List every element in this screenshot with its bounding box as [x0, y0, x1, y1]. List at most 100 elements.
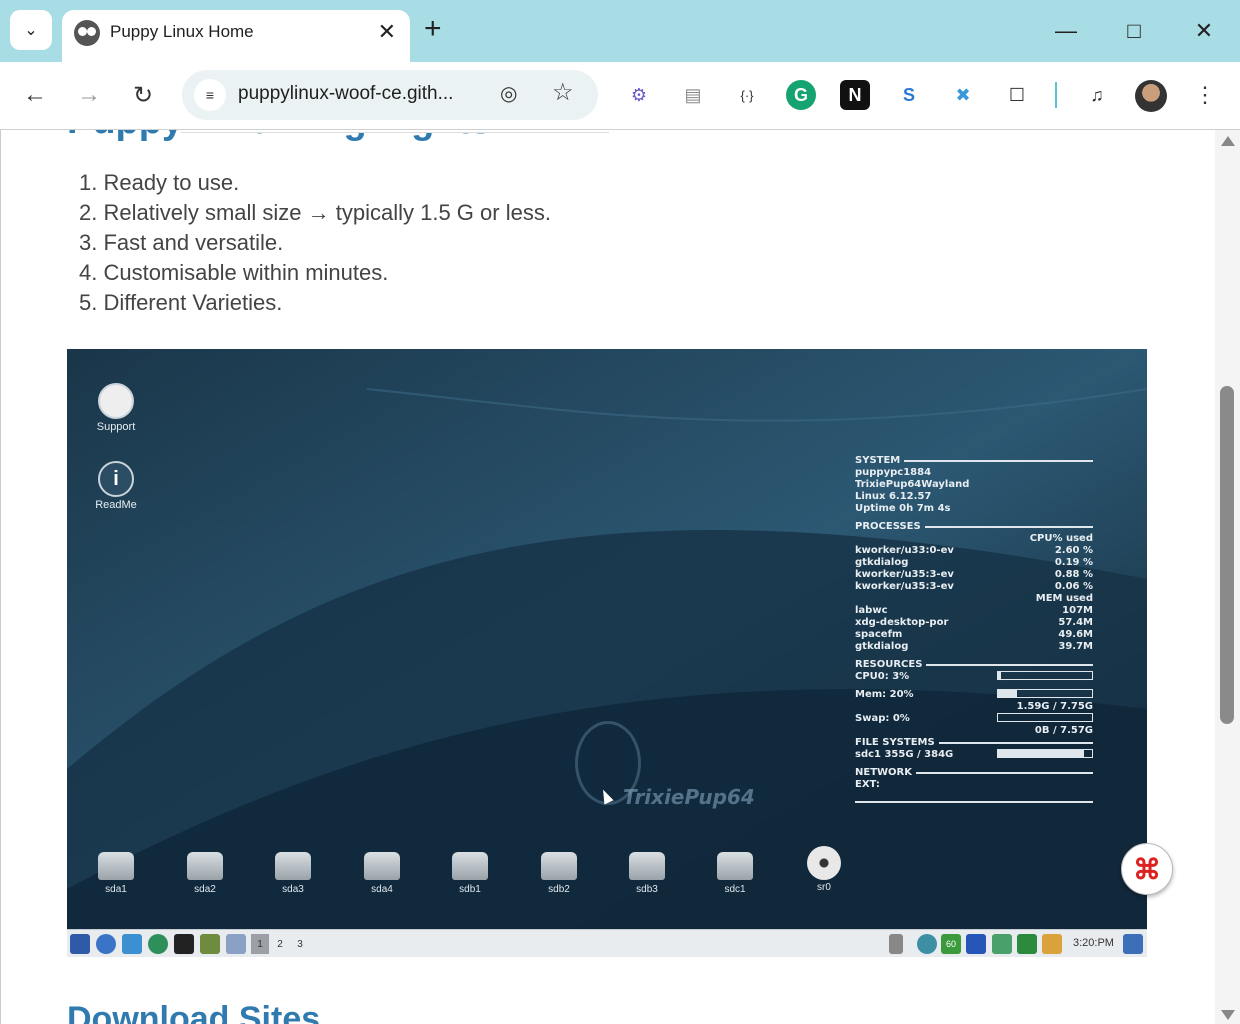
- browser-globe-icon[interactable]: [148, 934, 168, 954]
- shield-icon[interactable]: [1017, 934, 1037, 954]
- close-window-button[interactable]: ✕: [1186, 14, 1222, 48]
- toolbar-divider: [1055, 82, 1057, 108]
- bookmark-star-icon[interactable]: ☆: [552, 78, 574, 107]
- drive-icon[interactable]: sda4: [352, 852, 412, 895]
- hard-drive-icon: [98, 852, 134, 880]
- extensions-puzzle-icon[interactable]: ☐: [1002, 80, 1032, 110]
- scroll-thumb[interactable]: [1220, 386, 1234, 724]
- list-item: 4. Customisable within minutes.: [79, 260, 389, 285]
- list-item: 1. Ready to use.: [79, 170, 240, 195]
- grammarly-icon[interactable]: G: [786, 80, 816, 110]
- screenshot-extension-icon[interactable]: ▤: [678, 80, 708, 110]
- json-extension-icon[interactable]: {·}: [732, 80, 762, 110]
- page-scrollbar[interactable]: [1215, 130, 1240, 1024]
- puppy-icon: [98, 383, 134, 419]
- drive-label: sdb2: [548, 884, 570, 895]
- scroll-up-icon[interactable]: [1221, 136, 1235, 146]
- tray-badge[interactable]: 60: [941, 934, 961, 954]
- clipboard-icon[interactable]: [1042, 934, 1062, 954]
- process-name: kworker/u35:3-ev: [855, 569, 954, 580]
- back-button[interactable]: ←: [16, 76, 54, 114]
- update-tray-icon[interactable]: [966, 934, 986, 954]
- mem-meter: [997, 689, 1093, 698]
- drive-icon[interactable]: sda2: [175, 852, 235, 895]
- process-value: 39.7M: [1058, 641, 1093, 652]
- conky-fs-line: sdc1 355G / 384G: [855, 749, 954, 760]
- network-extension-icon[interactable]: ✖: [948, 80, 978, 110]
- conky-swap-detail: 0B / 7.57G: [1034, 725, 1093, 736]
- conky-monitor: SYSTEM puppypc1884 TrixiePup64Wayland Li…: [855, 455, 1093, 803]
- process-name: gtkdialog: [855, 641, 909, 652]
- site-settings-icon[interactable]: ≡: [194, 79, 226, 111]
- hard-drive-icon: [364, 852, 400, 880]
- desktop-icon-readme[interactable]: i ReadMe: [86, 461, 146, 511]
- adobe-pdf-icon[interactable]: ⌘: [1121, 843, 1173, 895]
- drive-label: sda4: [371, 884, 393, 895]
- info-icon: i: [98, 461, 134, 497]
- list-item: 5. Different Varieties.: [79, 290, 283, 315]
- workspace-button[interactable]: 2: [271, 934, 289, 954]
- volume-icon[interactable]: [889, 934, 903, 954]
- conky-mem: Mem: 20%: [855, 689, 914, 700]
- tab-title: Puppy Linux Home: [110, 22, 254, 41]
- tab-close-icon[interactable]: ✕: [378, 19, 396, 45]
- download-sites-heading[interactable]: Download Sites: [67, 1000, 320, 1024]
- storage-tray-icon[interactable]: [992, 934, 1012, 954]
- desktop-taskbar: 1 2 3 60 3:20:PM: [67, 929, 1147, 957]
- new-tab-button[interactable]: +: [424, 12, 442, 46]
- conky-system-header: SYSTEM: [855, 455, 901, 466]
- drive-icon[interactable]: sdb1: [440, 852, 500, 895]
- browser-titlebar: ⌄ Puppy Linux Home ✕ + — □ ✕: [0, 0, 1240, 62]
- url-text[interactable]: puppylinux-woof-ce.gith...: [238, 83, 453, 105]
- drive-icon[interactable]: sdb2: [529, 852, 589, 895]
- process-name: labwc: [855, 605, 888, 616]
- taskbar-clock[interactable]: 3:20:PM: [1073, 937, 1114, 949]
- drive-icon[interactable]: sdb3: [617, 852, 677, 895]
- drive-label: sr0: [817, 882, 831, 893]
- settings-gear-icon[interactable]: [1123, 934, 1143, 954]
- hard-drive-icon: [187, 852, 223, 880]
- hard-drive-icon: [541, 852, 577, 880]
- maximize-button[interactable]: □: [1116, 14, 1152, 48]
- folder-icon[interactable]: [122, 934, 142, 954]
- drive-label: sda1: [105, 884, 127, 895]
- forward-button[interactable]: →: [70, 76, 108, 114]
- browser-tab[interactable]: Puppy Linux Home ✕: [62, 10, 410, 62]
- gear-extension-icon[interactable]: ⚙: [624, 80, 654, 110]
- drive-icon[interactable]: sda3: [263, 852, 323, 895]
- drive-icon[interactable]: sda1: [86, 852, 146, 895]
- drive-icon[interactable]: sr0: [794, 846, 854, 893]
- media-control-icon[interactable]: ♫: [1082, 80, 1112, 110]
- process-value: 0.19 %: [1054, 557, 1093, 568]
- swap-meter: [997, 713, 1093, 722]
- network-tray-icon[interactable]: [917, 934, 937, 954]
- desktop-icon-label: ReadMe: [95, 499, 137, 511]
- profile-avatar[interactable]: [1135, 80, 1167, 112]
- scroll-down-icon[interactable]: [1221, 1010, 1235, 1020]
- minimize-button[interactable]: —: [1048, 14, 1084, 48]
- eye-slash-icon[interactable]: ◎: [500, 81, 517, 106]
- watermark-text: TrixiePup64: [623, 785, 755, 809]
- address-bar[interactable]: ≡ puppylinux-woof-ce.gith... ◎ ☆: [182, 70, 598, 120]
- drive-icon[interactable]: sdc1: [705, 852, 765, 895]
- desktop-icon-support[interactable]: Support: [86, 383, 146, 433]
- menu-icon[interactable]: [70, 934, 90, 954]
- terminal-icon[interactable]: [174, 934, 194, 954]
- more-vert-icon[interactable]: ⋮: [1190, 80, 1220, 110]
- drive-label: sda2: [194, 884, 216, 895]
- sync-icon[interactable]: S: [894, 80, 924, 110]
- desktop-screenshot-image: Support i ReadMe TrixiePup64 SYSTEM pupp…: [67, 349, 1147, 957]
- search-icon[interactable]: [96, 934, 116, 954]
- tab-search-button[interactable]: ⌄: [10, 10, 52, 50]
- drive-label: sdb1: [459, 884, 481, 895]
- notion-icon[interactable]: N: [840, 80, 870, 110]
- workspace-button[interactable]: 3: [291, 934, 309, 954]
- windows-icon[interactable]: [226, 934, 246, 954]
- conky-cpu0: CPU0: 3%: [855, 671, 910, 682]
- cpu-meter: [997, 671, 1093, 680]
- drive-label: sda3: [282, 884, 304, 895]
- screenshot-tool-icon[interactable]: [200, 934, 220, 954]
- workspace-button[interactable]: 1: [251, 934, 269, 954]
- conky-divider: [855, 801, 1093, 803]
- reload-button[interactable]: ↻: [124, 76, 162, 114]
